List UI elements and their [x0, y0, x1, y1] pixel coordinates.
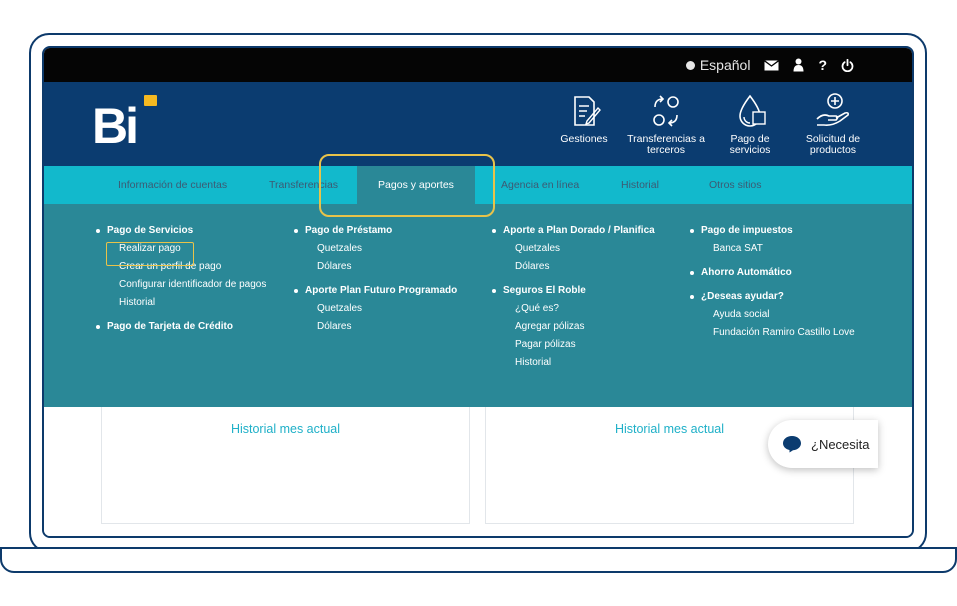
menu-column-1: Pago de Servicios Realizar pago Crear un… — [96, 222, 266, 336]
logo-text: Bi — [92, 98, 139, 154]
menu-item-quetzales[interactable]: Quetzales — [294, 240, 457, 258]
mega-menu: Pago de Servicios Realizar pago Crear un… — [44, 204, 912, 407]
language-dot-icon — [685, 60, 695, 70]
menu-item-dolares[interactable]: Dólares — [492, 258, 655, 276]
user-icon[interactable] — [793, 55, 804, 75]
shortcut-label: Transferencias a terceros — [627, 133, 705, 156]
language-label: Español — [699, 57, 751, 73]
menu-item-pagar-polizas[interactable]: Pagar pólizas — [492, 336, 655, 354]
top-bar-actions: Español ? — [685, 48, 854, 82]
highlight-pagos-aportes — [319, 154, 495, 217]
menu-column-4: Pago de impuestos Banca SAT Ahorro Autom… — [690, 222, 855, 342]
nav-otros-sitios[interactable]: Otros sitios — [709, 166, 762, 204]
shortcut-transferencias[interactable]: Transferencias a terceros — [624, 92, 708, 162]
hand-plus-icon — [816, 93, 849, 126]
history-card: Historial mes actual — [101, 407, 470, 524]
nav-historial[interactable]: Historial — [621, 166, 659, 204]
menu-item-historial[interactable]: Historial — [96, 294, 266, 312]
menu-group-plan-dorado[interactable]: Aporte a Plan Dorado / Planifica — [492, 222, 655, 240]
menu-group-aporte-plan-futuro[interactable]: Aporte Plan Futuro Programado — [294, 282, 457, 300]
menu-group-pago-servicios[interactable]: Pago de Servicios — [96, 222, 266, 240]
shortcut-gestiones[interactable]: Gestiones — [552, 92, 616, 162]
mail-icon[interactable] — [764, 55, 780, 75]
nav-informacion-cuentas[interactable]: Información de cuentas — [118, 166, 227, 204]
highlight-realizar-pago — [106, 242, 194, 266]
card-title[interactable]: Historial mes actual — [102, 422, 469, 436]
menu-item-quetzales[interactable]: Quetzales — [492, 240, 655, 258]
menu-item-dolares[interactable]: Dólares — [294, 318, 457, 336]
laptop-base — [0, 547, 957, 573]
language-selector[interactable]: Español — [685, 57, 751, 73]
menu-item-banca-sat[interactable]: Banca SAT — [690, 240, 855, 258]
menu-group-pago-impuestos[interactable]: Pago de impuestos — [690, 222, 855, 240]
logo-accent — [144, 95, 157, 106]
menu-item-fundacion[interactable]: Fundación Ramiro Castillo Love — [690, 324, 855, 342]
shortcut-solicitud-productos[interactable]: Solicitud de productos — [796, 92, 870, 162]
water-drop-icon — [739, 94, 766, 127]
bi-logo[interactable]: Bi — [92, 93, 162, 155]
menu-group-deseas-ayudar[interactable]: ¿Deseas ayudar? — [690, 288, 855, 306]
help-icon[interactable]: ? — [818, 55, 827, 75]
menu-item-historial[interactable]: Historial — [492, 354, 655, 372]
menu-group-pago-tarjeta[interactable]: Pago de Tarjeta de Crédito — [96, 318, 266, 336]
menu-item-ayuda-social[interactable]: Ayuda social — [690, 306, 855, 324]
nav-agencia-linea[interactable]: Agencia en línea — [501, 166, 579, 204]
power-icon[interactable] — [841, 55, 854, 75]
transfer-icon — [653, 95, 679, 127]
menu-item-que-es[interactable]: ¿Qué es? — [492, 300, 655, 318]
chat-bubble-icon — [783, 436, 801, 453]
menu-item-configurar-identificador[interactable]: Configurar identificador de pagos — [96, 276, 266, 294]
shortcut-label: Gestiones — [560, 133, 608, 145]
menu-item-quetzales[interactable]: Quetzales — [294, 300, 457, 318]
shortcut-label: Pago de servicios — [729, 133, 771, 156]
chat-label: ¿Necesita — [811, 436, 870, 452]
menu-column-2: Pago de Préstamo Quetzales Dólares Aport… — [294, 222, 457, 336]
shortcut-pago-servicios[interactable]: Pago de servicios — [720, 92, 780, 162]
menu-group-ahorro-automatico[interactable]: Ahorro Automático — [690, 264, 855, 282]
chat-widget[interactable]: ¿Necesita — [768, 420, 878, 468]
shortcut-label: Solicitud de productos — [805, 133, 861, 156]
menu-column-3: Aporte a Plan Dorado / Planifica Quetzal… — [492, 222, 655, 372]
top-bar: Español ? — [44, 48, 912, 82]
menu-group-pago-prestamo[interactable]: Pago de Préstamo — [294, 222, 457, 240]
menu-group-seguros-roble[interactable]: Seguros El Roble — [492, 282, 655, 300]
menu-item-dolares[interactable]: Dólares — [294, 258, 457, 276]
menu-item-agregar-polizas[interactable]: Agregar pólizas — [492, 318, 655, 336]
document-edit-icon — [574, 96, 601, 126]
stage: Español ? Bi Gestiones Transferencias a … — [0, 0, 957, 606]
